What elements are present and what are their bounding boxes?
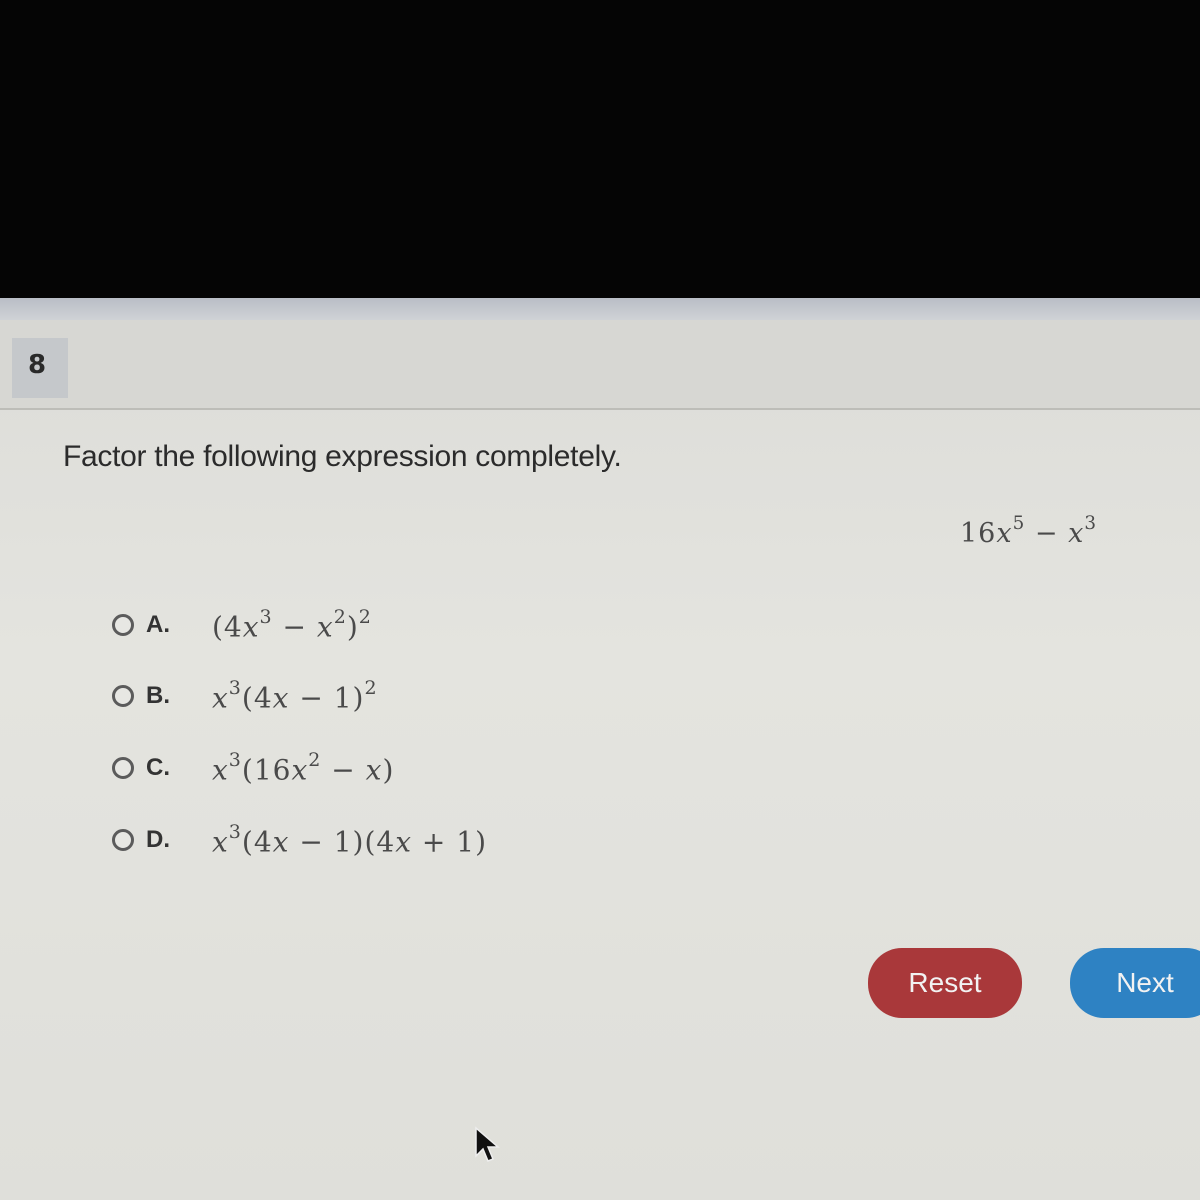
reset-button[interactable]: Reset bbox=[868, 948, 1022, 1018]
choice-b[interactable]: B. x3(4x − 1)2 bbox=[112, 674, 378, 718]
expression: 16x5 − x3 bbox=[960, 513, 1098, 549]
mouse-pointer-icon bbox=[475, 1126, 501, 1162]
choice-d[interactable]: D. x3(4x − 1)(4x + 1) bbox=[112, 818, 487, 862]
quiz-screen: 8 Factor the following expression comple… bbox=[0, 298, 1200, 1200]
choice-letter: B. bbox=[146, 682, 170, 709]
browser-strip bbox=[0, 298, 1200, 320]
radio-button-d[interactable] bbox=[112, 829, 134, 851]
choice-letter: D. bbox=[146, 826, 170, 853]
question-number: 8 bbox=[28, 350, 47, 380]
radio-button-c[interactable] bbox=[112, 757, 134, 779]
choice-letter: A. bbox=[146, 611, 170, 638]
choice-answer: x3(4x − 1)(4x + 1) bbox=[212, 821, 487, 859]
choice-c[interactable]: C. x3(16x2 − x) bbox=[112, 746, 394, 790]
choice-answer: x3(16x2 − x) bbox=[212, 749, 395, 787]
question-prompt: Factor the following expression complete… bbox=[63, 440, 622, 473]
next-button[interactable]: Next bbox=[1070, 948, 1200, 1018]
radio-button-a[interactable] bbox=[112, 614, 134, 636]
choice-answer: (4x3 − x2)2 bbox=[212, 606, 372, 644]
choice-a[interactable]: A. (4x3 − x2)2 bbox=[112, 603, 372, 647]
radio-button-b[interactable] bbox=[112, 685, 134, 707]
choice-answer: x3(4x − 1)2 bbox=[212, 677, 378, 715]
choice-letter: C. bbox=[146, 754, 170, 781]
question-header bbox=[0, 320, 1200, 410]
